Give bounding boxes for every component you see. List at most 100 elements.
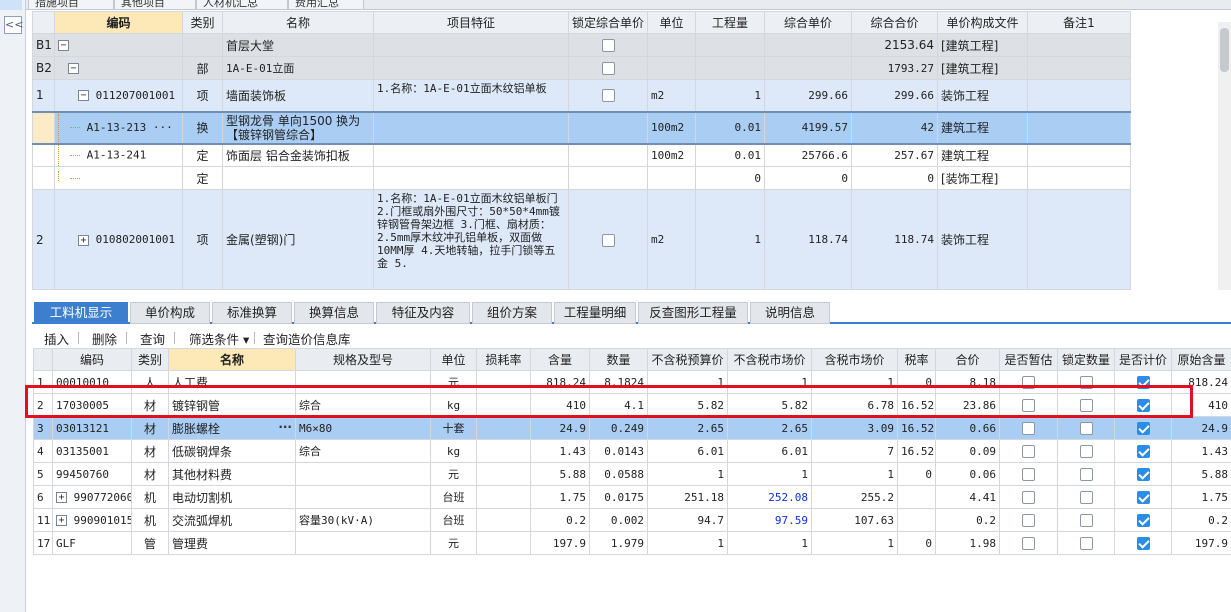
row-lock-qty[interactable] xyxy=(1057,416,1115,440)
row-note[interactable] xyxy=(1027,79,1131,112)
lower-col-priced[interactable]: 是否计价 xyxy=(1114,348,1172,371)
row-code[interactable] xyxy=(54,166,183,190)
row-code[interactable]: + 990901015 xyxy=(52,508,132,532)
row-quantity[interactable]: 1.979 xyxy=(589,531,648,555)
tab-labor-material-display[interactable]: 工料机显示 xyxy=(34,302,128,324)
lower-col-tax-rate[interactable]: 税率 xyxy=(897,348,936,371)
lock-checkbox[interactable] xyxy=(601,233,615,247)
row-type[interactable]: 定 xyxy=(182,143,223,167)
row-provisional[interactable] xyxy=(999,531,1058,555)
row-name[interactable]: 电动切割机 xyxy=(168,485,296,509)
row-quantity[interactable]: 0.0588 xyxy=(589,462,648,486)
provisional-checkbox[interactable] xyxy=(1022,491,1035,504)
lock-quantity-checkbox[interactable] xyxy=(1079,491,1093,504)
lock-checkbox[interactable] xyxy=(601,39,615,52)
row-tax-rate[interactable]: 0 xyxy=(897,462,936,486)
row-qty[interactable]: 0.01 xyxy=(695,143,765,167)
lock-quantity-checkbox[interactable] xyxy=(1079,537,1093,550)
row-provisional[interactable] xyxy=(999,416,1058,440)
row-orig-content[interactable]: 0.2 xyxy=(1171,508,1231,532)
row-spec[interactable] xyxy=(295,531,431,555)
tab-reverse-graphic-quantity[interactable]: 反查图形工程量 xyxy=(638,302,748,324)
row-loss[interactable] xyxy=(476,462,531,486)
row-feature[interactable] xyxy=(373,143,569,167)
row-qty[interactable]: 1 xyxy=(695,189,765,290)
tab-standard-conversion[interactable]: 标准换算 xyxy=(212,302,292,324)
tab-labor-material-summary[interactable]: 人材机汇总 xyxy=(196,0,288,10)
upper-row-sub-3[interactable]: 定 0 0 0 [装饰工程] xyxy=(32,166,1131,190)
row-category[interactable]: 材 xyxy=(131,439,169,463)
row-qty[interactable]: 0 xyxy=(695,166,765,190)
collapse-minus-icon[interactable]: − xyxy=(78,90,89,102)
provisional-checkbox[interactable] xyxy=(1022,468,1035,481)
upper-col-lock-price[interactable]: 锁定综合单价 xyxy=(568,11,648,34)
lower-col-tax-market-price[interactable]: 含税市场价 xyxy=(811,348,898,371)
row-type[interactable]: 换 xyxy=(182,110,223,145)
row-name[interactable]: 金属(塑钢)门 xyxy=(222,189,374,290)
row-priced[interactable] xyxy=(1114,531,1172,555)
row-content[interactable]: 24.9 xyxy=(530,416,590,440)
row-price[interactable]: 299.66 xyxy=(764,79,852,112)
row-qty[interactable] xyxy=(695,56,765,80)
row-orig-content[interactable]: 1.43 xyxy=(1171,439,1231,463)
upper-col-type[interactable]: 类别 xyxy=(182,11,223,34)
upper-col-unit-price[interactable]: 综合单价 xyxy=(764,11,852,34)
tab-pricing-plan[interactable]: 组价方案 xyxy=(472,302,552,324)
row-file[interactable]: [建筑工程] xyxy=(937,33,1028,57)
lower-col-loss[interactable]: 损耗率 xyxy=(476,348,531,371)
row-loss[interactable] xyxy=(476,531,531,555)
row-orig-content[interactable]: 24.9 xyxy=(1171,416,1231,440)
row-market-price[interactable]: 1 xyxy=(727,462,812,486)
upper-col-qty[interactable]: 工程量 xyxy=(695,11,765,34)
row-spec[interactable]: M6×80 xyxy=(295,416,431,440)
row-budget-price[interactable]: 1 xyxy=(647,531,728,555)
row-priced[interactable] xyxy=(1114,462,1172,486)
row-name[interactable]: 型钢龙骨 单向1500 换为【镀锌钢管综合】 xyxy=(222,110,374,145)
row-code[interactable]: − xyxy=(54,56,183,80)
row-spec[interactable] xyxy=(295,485,431,509)
query-price-database-button[interactable]: 查询造价信息库 xyxy=(263,329,351,348)
row-category[interactable]: 机 xyxy=(131,485,169,509)
row-loss[interactable] xyxy=(476,485,531,509)
lower-col-provisional[interactable]: 是否暂估 xyxy=(999,348,1058,371)
row-code[interactable]: + 010802001001 xyxy=(54,189,183,290)
row-price[interactable]: 4199.57 xyxy=(764,110,852,145)
row-priced[interactable] xyxy=(1114,485,1172,509)
upper-col-feature[interactable]: 项目特征 xyxy=(373,11,569,34)
upper-row-sub-1[interactable]: A1-13-213 ··· 换 型钢龙骨 单向1500 换为【镀锌钢管综合】 1… xyxy=(32,110,1131,145)
row-file[interactable]: [装饰工程] xyxy=(937,166,1028,190)
upper-row-1[interactable]: 1 − 011207001001 项 墙面装饰板 1.名称：1A-E-01立面木… xyxy=(32,79,1131,112)
lower-col-lock-qty[interactable]: 锁定数量 xyxy=(1057,348,1115,371)
lower-col-market-price[interactable]: 不含税市场价 xyxy=(727,348,812,371)
lock-quantity-checkbox[interactable] xyxy=(1079,422,1093,435)
row-budget-price[interactable]: 6.01 xyxy=(647,439,728,463)
collapse-minus-icon[interactable]: − xyxy=(58,40,69,51)
lower-col-spec[interactable]: 规格及型号 xyxy=(295,348,431,371)
row-price[interactable] xyxy=(764,33,852,57)
row-total[interactable]: 1793.27 xyxy=(851,56,938,80)
row-tax-rate[interactable]: 0 xyxy=(897,531,936,555)
upper-col-price-file[interactable]: 单价构成文件 xyxy=(937,11,1028,34)
row-name[interactable]: 饰面层 铝合金装饰扣板 xyxy=(222,143,374,167)
row-provisional[interactable] xyxy=(999,439,1058,463)
row-lock[interactable] xyxy=(568,33,648,57)
row-price[interactable]: 118.74 xyxy=(764,189,852,290)
row-note[interactable] xyxy=(1027,33,1131,57)
row-feature[interactable] xyxy=(373,56,569,80)
row-file[interactable]: 装饰工程 xyxy=(937,79,1028,112)
row-total[interactable]: 118.74 xyxy=(851,189,938,290)
lock-quantity-checkbox[interactable] xyxy=(1079,468,1093,481)
lower-col-orig-content[interactable]: 原始含量 xyxy=(1171,348,1231,371)
tab-description-info[interactable]: 说明信息 xyxy=(750,302,830,324)
row-market-price[interactable]: 252.08 xyxy=(727,485,812,509)
row-provisional[interactable] xyxy=(999,485,1058,509)
row-orig-content[interactable]: 5.88 xyxy=(1171,462,1231,486)
row-loss[interactable] xyxy=(476,508,531,532)
provisional-checkbox[interactable] xyxy=(1022,514,1035,527)
row-unit[interactable] xyxy=(647,33,696,57)
row-quantity[interactable]: 0.0175 xyxy=(589,485,648,509)
row-feature[interactable] xyxy=(373,33,569,57)
row-category[interactable]: 管 xyxy=(131,531,169,555)
row-unit[interactable]: kg xyxy=(430,439,477,463)
lower-col-total[interactable]: 合价 xyxy=(935,348,1000,371)
